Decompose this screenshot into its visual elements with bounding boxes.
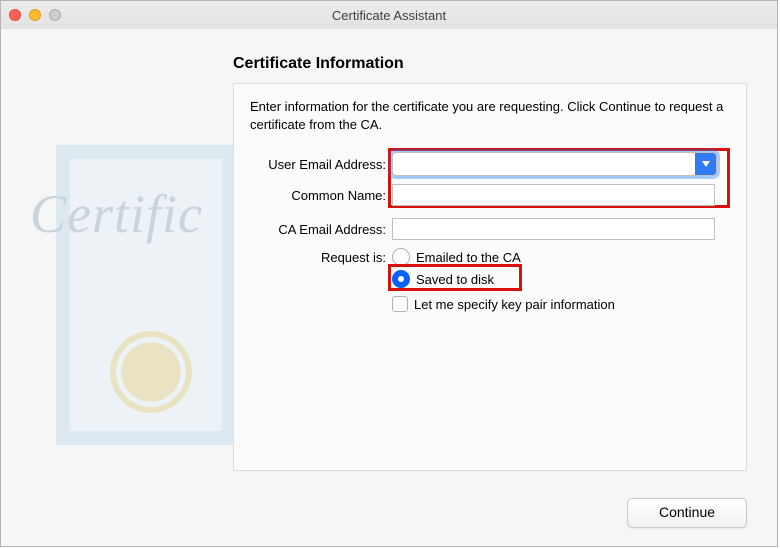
certificate-artwork: Certific [56, 145, 236, 445]
row-keypair: Let me specify key pair information [250, 296, 730, 312]
user-email-combo[interactable] [392, 152, 717, 176]
titlebar: Certificate Assistant [1, 1, 777, 30]
seal-icon [116, 337, 186, 407]
row-request-saved: Saved to disk [250, 270, 730, 288]
keypair-label: Let me specify key pair information [414, 297, 615, 312]
chevron-down-icon[interactable] [695, 153, 716, 175]
radio-saved-label: Saved to disk [416, 272, 494, 287]
row-common-name: Common Name: [250, 184, 730, 206]
radio-emailed[interactable] [392, 248, 410, 266]
intro-text: Enter information for the certificate yo… [250, 98, 730, 134]
keypair-checkbox[interactable] [392, 296, 408, 312]
window-controls [9, 9, 61, 21]
minimize-icon[interactable] [29, 9, 41, 21]
ca-email-input[interactable] [392, 218, 715, 240]
common-name-input[interactable] [392, 184, 715, 206]
close-icon[interactable] [9, 9, 21, 21]
form-area: User Email Address: Common N [250, 152, 730, 312]
panel-box: Enter information for the certificate yo… [233, 83, 747, 471]
radio-emailed-label: Emailed to the CA [416, 250, 521, 265]
common-name-label: Common Name: [250, 188, 392, 203]
radio-saved[interactable] [392, 270, 410, 288]
row-ca-email: CA Email Address: [250, 218, 730, 240]
request-label: Request is: [250, 250, 392, 265]
ca-email-label: CA Email Address: [250, 222, 392, 237]
panel-heading: Certificate Information [233, 55, 747, 73]
content-panel: Certificate Information Enter informatio… [233, 55, 747, 471]
window-body: Certific Certificate Information Enter i… [1, 29, 777, 546]
user-email-label: User Email Address: [250, 157, 392, 172]
user-email-input[interactable] [393, 153, 695, 175]
assistant-window: Certificate Assistant Certific Certifica… [0, 0, 778, 547]
row-user-email: User Email Address: [250, 152, 730, 176]
zoom-icon [49, 9, 61, 21]
row-request-emailed: Request is: Emailed to the CA [250, 248, 730, 266]
window-title: Certificate Assistant [332, 8, 446, 23]
certificate-artwork-text: Certific [30, 183, 203, 245]
continue-button[interactable]: Continue [627, 498, 747, 528]
